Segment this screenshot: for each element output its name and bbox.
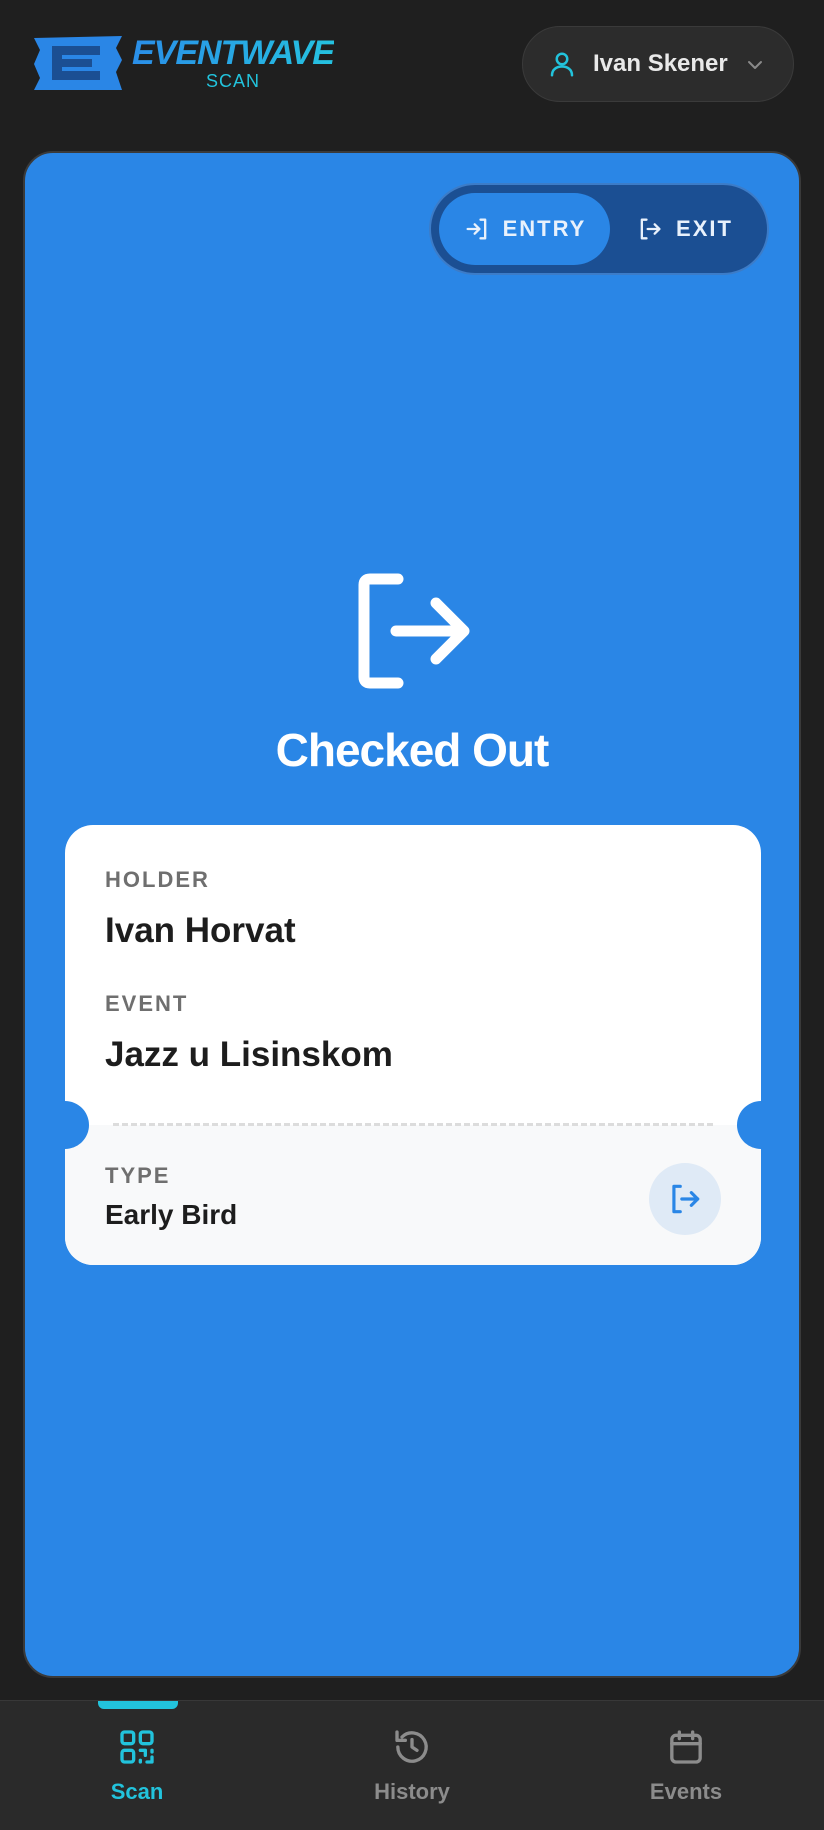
logo-subtitle: SCAN [205,71,260,91]
holder-label: HOLDER [105,867,210,892]
holder-value: Ivan Horvat [105,911,296,950]
entry-mode-button[interactable]: ENTRY [439,193,610,265]
status-title: Checked Out [275,724,550,776]
ticket-card: HOLDER Ivan Horvat EVENT Jazz u Lisinsko… [65,825,761,1265]
nav-tab-history[interactable]: History [312,1727,512,1805]
user-name: Ivan Skener [593,50,728,77]
logo-title: EVENTWAVE [132,34,335,72]
nav-tab-scan-label: Scan [110,1779,164,1804]
entry-mode-label: ENTRY [502,216,587,241]
exit-mode-button[interactable]: EXIT [610,193,759,265]
bottom-navigation: Scan History Events [0,1700,824,1830]
ticket-status-badge [649,1163,721,1235]
user-menu-button[interactable]: Ivan Skener [522,26,794,102]
nav-tab-history-label: History [374,1779,450,1804]
nav-tab-events[interactable]: Events [586,1727,786,1805]
chevron-down-icon [748,61,762,69]
type-label: TYPE [105,1163,171,1188]
qr-code-icon [120,1730,154,1764]
event-value: Jazz u Lisinskom [105,1035,393,1074]
app-header: EVENTWAVE SCAN Ivan Skener [0,0,824,140]
ticket-perforation [113,1123,713,1126]
calendar-icon [670,1730,702,1764]
active-tab-indicator [98,1701,178,1709]
login-icon [466,218,486,240]
history-icon [395,1730,428,1763]
event-label: EVENT [105,991,189,1016]
type-value: Early Bird [105,1199,238,1230]
user-icon [550,52,574,77]
nav-tab-scan[interactable]: Scan [37,1727,237,1805]
logout-icon [640,218,661,240]
app-logo: EVENTWAVE SCAN [30,32,335,94]
mode-toggle: ENTRY EXIT [429,183,769,275]
exit-icon [358,573,470,689]
nav-tab-events-label: Events [649,1779,723,1804]
exit-mode-label: EXIT [676,216,733,241]
exit-icon [672,1184,700,1214]
scan-result-card: ENTRY EXIT Checked Out HOLDER Ivan Horva… [23,151,801,1678]
ticket-logo-icon [34,36,122,90]
